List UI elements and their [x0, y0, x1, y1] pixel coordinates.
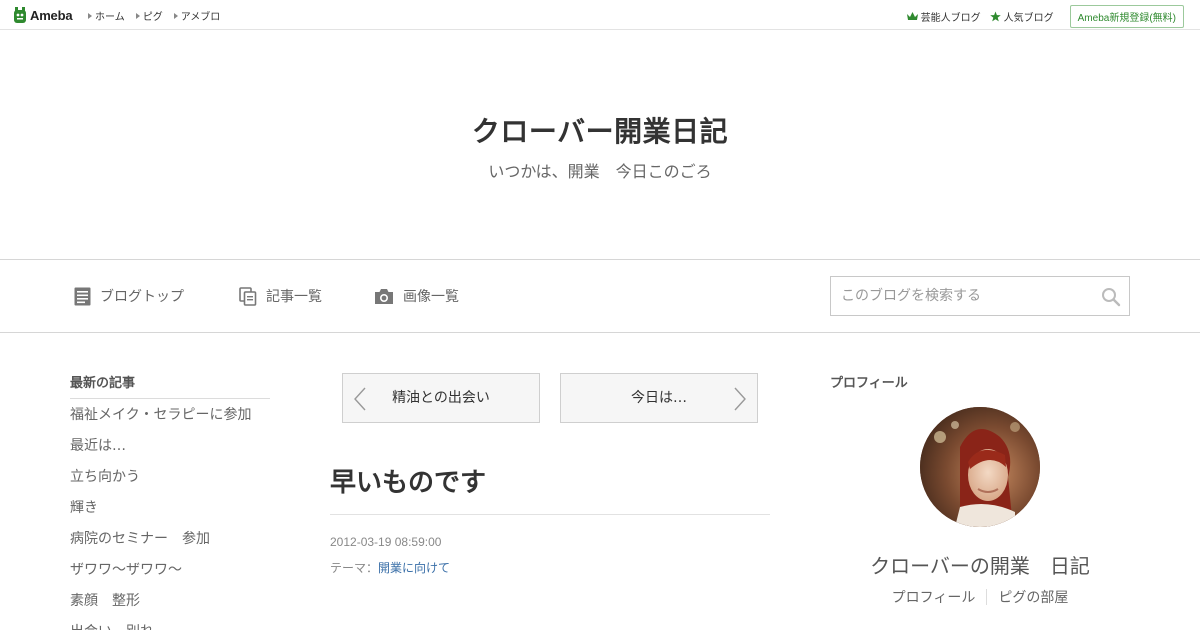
entry-theme-link[interactable]: 開業に向けて — [378, 561, 450, 575]
triangle-right-icon — [173, 12, 178, 19]
popular-blog-link[interactable]: 人気ブログ — [989, 9, 1054, 24]
avatar[interactable] — [920, 407, 1040, 527]
prev-entry-button[interactable]: 精油との出会い — [342, 373, 540, 423]
chevron-right-icon — [734, 387, 746, 411]
blog-search — [830, 276, 1130, 316]
recent-entry-link[interactable]: 病院のセミナー 参加 — [70, 524, 270, 555]
blog-title[interactable]: クローバー開業日記 — [0, 110, 1200, 150]
celebrity-blog-link[interactable]: 芸能人ブログ — [906, 9, 981, 24]
blog-header: クローバー開業日記 いつかは、開業 今日このごろ — [0, 30, 1200, 260]
star-icon — [989, 11, 1001, 22]
blog-description: いつかは、開業 今日このごろ — [488, 162, 712, 181]
recent-entry-link[interactable]: 立ち向かう — [70, 462, 270, 493]
entry-theme-label: テーマ： — [330, 561, 379, 575]
entry-theme: テーマ：開業に向けて — [330, 559, 450, 576]
nav-blog-top[interactable]: ブログトップ — [74, 286, 184, 306]
nav-home[interactable]: ホーム — [88, 8, 125, 23]
entry-title[interactable]: 早いものです — [330, 462, 486, 499]
recent-entries-title: 最新の記事 — [70, 372, 270, 399]
crown-icon — [906, 12, 918, 20]
recent-entries-list: 福祉メイク・セラピーに参加 最近は… 立ち向かう 輝き 病院のセミナー 参加 ザ… — [70, 399, 270, 630]
nav-image-list[interactable]: 画像一覧 — [374, 286, 459, 306]
ameba-mascot-icon — [14, 6, 26, 23]
profile-name[interactable]: クローバーの開業 日記 — [830, 550, 1130, 579]
document-icon — [74, 287, 91, 305]
triangle-right-icon — [88, 12, 92, 19]
recent-entries: 最新の記事 福祉メイク・セラピーに参加 最近は… 立ち向かう 輝き 病院のセミナ… — [70, 372, 270, 630]
copy-documents-icon — [239, 286, 257, 306]
entry-divider — [330, 514, 770, 515]
triangle-right-icon — [135, 12, 140, 19]
entry-date: 2012-03-19 08:59:00 — [330, 535, 442, 549]
profile-link[interactable]: プロフィール — [892, 587, 976, 607]
camera-icon — [375, 288, 393, 304]
search-icon[interactable] — [1101, 287, 1121, 307]
next-entry-button[interactable]: 今日は… — [560, 373, 758, 423]
global-nav: ホーム ピグ アメブロ — [88, 8, 220, 23]
register-button[interactable]: Ameba新規登録(無料) — [1069, 5, 1184, 28]
recent-entry-link[interactable]: 輝き — [70, 493, 270, 524]
recent-entry-link[interactable]: 最近は… — [70, 431, 270, 462]
ameba-logo[interactable]: Ameba — [13, 6, 73, 24]
nav-entry-list[interactable]: 記事一覧 — [239, 286, 322, 306]
blog-nav: ブログトップ 記事一覧 画像一覧 — [0, 259, 1200, 333]
chevron-left-icon — [354, 387, 366, 411]
recent-entry-link[interactable]: 福祉メイク・セラピーに参加 — [70, 399, 270, 431]
recent-entry-link[interactable]: 素顔 整形 — [70, 586, 270, 617]
search-input[interactable] — [831, 277, 1091, 315]
profile-title: プロフィール — [830, 376, 908, 391]
pigg-room-link[interactable]: ピグの部屋 — [998, 587, 1068, 607]
profile-photo — [920, 407, 1040, 527]
recent-entry-link[interactable]: 出会い 別れ — [70, 617, 270, 630]
recent-entry-link[interactable]: ザワワ～ザワワ～ — [70, 555, 270, 586]
link-separator — [986, 589, 988, 605]
profile-links: プロフィール ピグの部屋 — [830, 587, 1130, 607]
global-header: Ameba ホーム ピグ アメブロ 芸能人ブログ 人気ブログ Ameba新規登録… — [0, 0, 1200, 30]
nav-pigg[interactable]: ピグ — [135, 8, 163, 23]
logo-text: Ameba — [30, 7, 73, 23]
nav-ameblo[interactable]: アメブロ — [173, 8, 220, 23]
header-right: 芸能人ブログ 人気ブログ Ameba新規登録(無料) — [906, 5, 1184, 28]
